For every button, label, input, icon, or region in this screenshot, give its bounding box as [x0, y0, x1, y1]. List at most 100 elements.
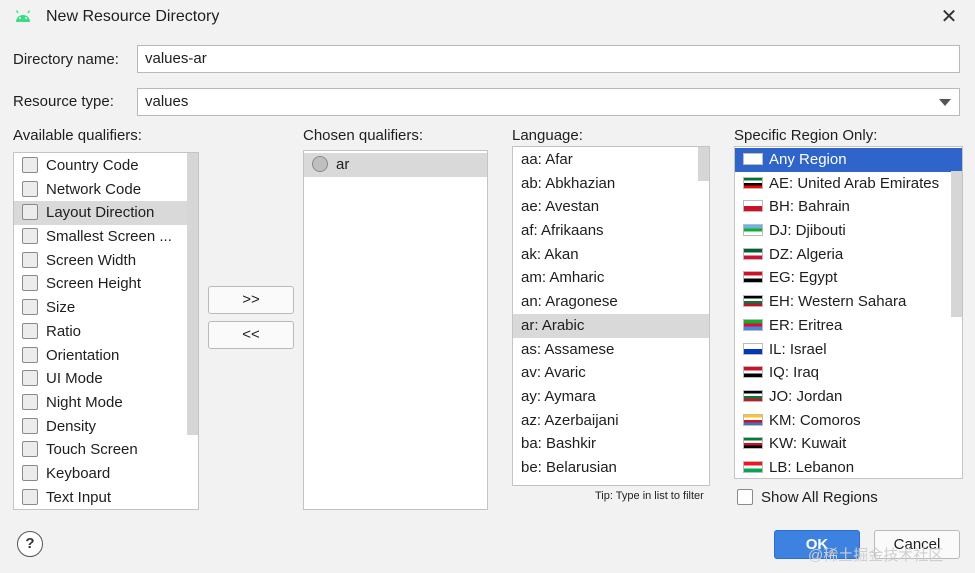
- language-item[interactable]: ae: Avestan: [513, 195, 709, 219]
- qualifier-label: Size: [46, 299, 76, 317]
- region-item[interactable]: IQ: Iraq: [735, 361, 962, 385]
- region-item[interactable]: Any Region: [735, 148, 962, 172]
- flag-icon: [743, 200, 763, 213]
- qualifier-label: UI Mode: [46, 370, 103, 388]
- region-item[interactable]: LB: Lebanon: [735, 456, 962, 478]
- remove-qualifier-button[interactable]: <<: [208, 321, 294, 349]
- region-item[interactable]: KM: Comoros: [735, 409, 962, 433]
- qualifier-item[interactable]: Density: [14, 415, 198, 439]
- night-mode-icon: [22, 393, 38, 410]
- qualifier-label: Layout Direction: [46, 204, 155, 222]
- resource-type-select[interactable]: values: [137, 88, 960, 116]
- qualifier-item[interactable]: Touch Screen: [14, 438, 198, 462]
- region-list[interactable]: Any Region AE: United Arab Emirates BH: Ba…: [734, 146, 963, 479]
- qualifier-item[interactable]: Size: [14, 296, 198, 320]
- directory-name-input[interactable]: values-ar: [137, 45, 960, 73]
- language-list[interactable]: aa: Afar ab: Abkhazian ae: Avestan af: Afri…: [512, 146, 710, 486]
- qualifier-label: Night Mode: [46, 393, 123, 411]
- qualifier-item[interactable]: Smallest Screen ...: [14, 225, 198, 249]
- flag-icon: [743, 342, 763, 355]
- dialog-title: New Resource Directory: [46, 8, 220, 25]
- qualifier-item[interactable]: Keyboard: [14, 462, 198, 486]
- qualifier-item[interactable]: Ratio: [14, 320, 198, 344]
- flag-icon: [743, 153, 763, 165]
- region-item[interactable]: DZ: Algeria: [735, 243, 962, 267]
- flag-icon: [743, 366, 763, 379]
- language-item[interactable]: ak: Akan: [513, 243, 709, 267]
- flag-icon: [743, 271, 763, 284]
- region-item[interactable]: DJ: Djibouti: [735, 219, 962, 243]
- region-item[interactable]: JO: Jordan: [735, 385, 962, 409]
- language-item[interactable]: am: Amharic: [513, 266, 709, 290]
- qualifier-item[interactable]: UI Mode: [14, 367, 198, 391]
- region-item[interactable]: EG: Egypt: [735, 266, 962, 290]
- language-item[interactable]: ay: Aymara: [513, 385, 709, 409]
- watermark: @稀土掘金技术社区: [808, 547, 944, 564]
- screen-width-icon: [22, 251, 38, 268]
- touch-screen-icon: [22, 441, 38, 458]
- resource-type-value: values: [145, 93, 189, 110]
- chosen-qualifiers-list[interactable]: ar: [303, 150, 488, 510]
- region-label: BH: Bahrain: [769, 198, 850, 216]
- region-label: IQ: Iraq: [769, 364, 820, 382]
- region-item[interactable]: EH: Western Sahara: [735, 290, 962, 314]
- help-icon[interactable]: ?: [17, 531, 43, 557]
- qualifier-item[interactable]: Layout Direction: [14, 201, 198, 226]
- chosen-item[interactable]: ar: [304, 153, 487, 177]
- region-item[interactable]: BH: Bahrain: [735, 195, 962, 219]
- title-bar: New Resource Directory ✕: [0, 0, 975, 34]
- smallest-screen-icon: [22, 228, 38, 245]
- language-item[interactable]: as: Assamese: [513, 338, 709, 362]
- qualifier-item[interactable]: Country Code: [14, 154, 198, 178]
- qualifier-item[interactable]: Network Code: [14, 178, 198, 202]
- directory-name-label: Directory name:: [13, 51, 119, 68]
- qualifier-label: Text Input: [46, 488, 112, 506]
- language-scrollbar[interactable]: [698, 147, 709, 181]
- size-icon: [22, 299, 38, 316]
- region-item[interactable]: IL: Israel: [735, 338, 962, 362]
- available-qualifiers-label: Available qualifiers:: [13, 127, 142, 144]
- available-scrollbar[interactable]: [187, 153, 198, 435]
- language-item[interactable]: aa: Afar: [513, 148, 709, 172]
- qualifier-label: Orientation: [46, 346, 120, 364]
- language-item[interactable]: ba: Bashkir: [513, 432, 709, 456]
- language-item[interactable]: av: Avaric: [513, 361, 709, 385]
- qualifier-item[interactable]: Orientation: [14, 344, 198, 368]
- qualifier-item[interactable]: Screen Height: [14, 272, 198, 296]
- filter-tip: Tip: Type in list to filter: [595, 490, 704, 502]
- language-item[interactable]: af: Afrikaans: [513, 219, 709, 243]
- country-code-icon: [22, 157, 38, 173]
- region-item[interactable]: KW: Kuwait: [735, 432, 962, 456]
- flag-icon: [743, 389, 763, 402]
- region-label: KM: Comoros: [769, 411, 861, 429]
- region-scrollbar[interactable]: [951, 171, 962, 317]
- qualifier-label: Keyboard: [46, 464, 111, 482]
- flag-icon: [743, 318, 763, 331]
- resource-type-label: Resource type:: [13, 93, 114, 110]
- region-label: IL: Israel: [769, 340, 827, 358]
- qualifier-item[interactable]: Screen Width: [14, 249, 198, 273]
- language-item[interactable]: be: Belarusian: [513, 456, 709, 480]
- android-icon: [15, 10, 31, 22]
- close-icon[interactable]: ✕: [936, 4, 962, 30]
- chosen-qualifiers-label: Chosen qualifiers:: [303, 127, 424, 144]
- text-input-icon: [22, 488, 38, 505]
- ui-mode-icon: [22, 370, 38, 387]
- qualifier-item[interactable]: Text Input: [14, 486, 198, 509]
- region-item[interactable]: AE: United Arab Emirates: [735, 172, 962, 196]
- language-item[interactable]: ar: Arabic: [513, 313, 709, 338]
- language-item[interactable]: an: Aragonese: [513, 290, 709, 314]
- qualifier-item[interactable]: Night Mode: [14, 391, 198, 415]
- language-item[interactable]: ab: Abkhazian: [513, 172, 709, 196]
- language-item[interactable]: az: Azerbaijani: [513, 409, 709, 433]
- globe-icon: [312, 156, 328, 172]
- add-qualifier-button[interactable]: >>: [208, 286, 294, 314]
- region-label: AE: United Arab Emirates: [769, 174, 940, 192]
- region-label: Any Region: [769, 151, 847, 168]
- show-all-regions-checkbox[interactable]: [737, 489, 753, 505]
- chosen-label: ar: [336, 156, 350, 173]
- region-item[interactable]: ER: Eritrea: [735, 314, 962, 338]
- dropdown-arrow-icon[interactable]: [939, 99, 951, 106]
- available-qualifiers-list[interactable]: Country Code Network Code Layout Direction…: [13, 152, 199, 510]
- network-code-icon: [22, 180, 38, 197]
